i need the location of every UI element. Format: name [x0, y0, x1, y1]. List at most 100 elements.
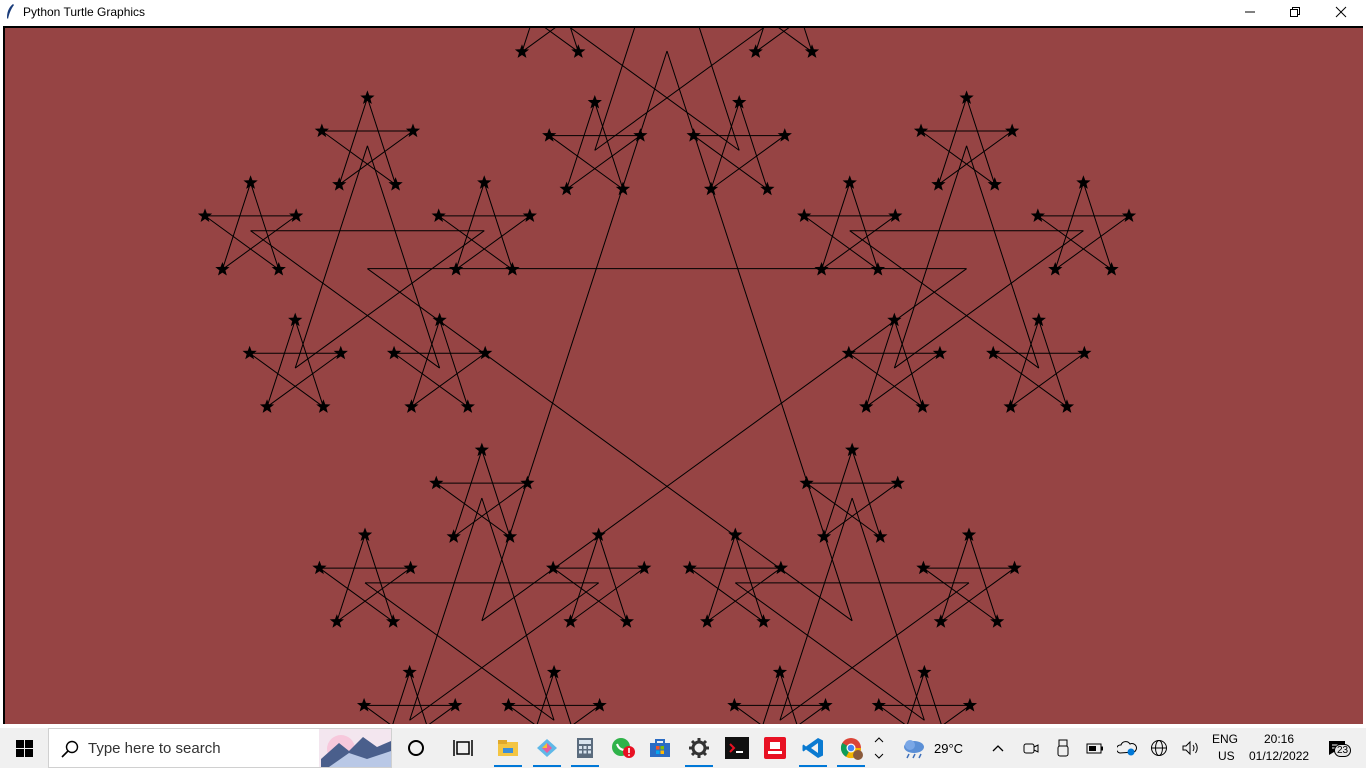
turtle-canvas[interactable]: [3, 26, 1363, 724]
turtle-path-segment: [409, 582, 599, 721]
task-view-button[interactable]: [444, 728, 482, 768]
turtle-star-stamp: [477, 175, 492, 189]
turtle-path-segment: [453, 449, 483, 537]
turtle-path-segment: [481, 497, 555, 721]
turtle-path-segment: [409, 672, 427, 724]
turtle-star-stamp: [259, 399, 275, 413]
clock[interactable]: 20:16 01/12/2022: [1244, 728, 1312, 768]
turtle-path-segment: [878, 705, 906, 724]
turtle-path-segment: [566, 102, 596, 190]
turtle-star-stamp: [386, 614, 401, 628]
pentagram-fractal-drawing: [197, 28, 1137, 724]
taskbar-whatsapp[interactable]: [604, 728, 642, 768]
minimize-button[interactable]: [1227, 0, 1273, 24]
windows-taskbar: Type here to search 29°C ENG US 20:16 01…: [0, 728, 1366, 768]
turtle-path-segment: [937, 97, 968, 185]
turtle-star-stamp: [1104, 261, 1119, 276]
turtle-path-segment: [734, 534, 764, 622]
turtle-star-stamp: [961, 527, 977, 542]
turtle-star-stamp: [559, 181, 574, 196]
search-box[interactable]: Type here to search: [48, 728, 392, 768]
windows-logo-icon: [15, 739, 33, 757]
taskbar-calculator[interactable]: [566, 728, 604, 768]
turtle-path-segment: [266, 319, 296, 407]
tray-network[interactable]: [1149, 738, 1169, 758]
turtle-star-stamp: [990, 614, 1005, 628]
taskbar-settings[interactable]: [680, 728, 718, 768]
turtle-star-stamp: [748, 44, 763, 58]
turtle-star-stamp: [474, 442, 489, 457]
turtle-path-segment: [779, 582, 970, 721]
usb-icon: [1057, 739, 1069, 757]
turtle-path-segment: [823, 449, 853, 537]
turtle-path-segment: [849, 182, 879, 270]
turtle-star-stamp: [329, 614, 344, 628]
vscode-icon: [802, 738, 823, 758]
turtle-path-segment: [438, 215, 513, 270]
taskbar-scroll-button[interactable]: [870, 728, 888, 768]
tray-usb[interactable]: [1053, 738, 1073, 758]
turtle-star-stamp: [859, 399, 874, 413]
running-indicator: [837, 765, 865, 767]
terminal-icon: [725, 737, 749, 759]
taskbar-file-explorer[interactable]: [489, 728, 527, 768]
taskbar-vscode[interactable]: [794, 728, 832, 768]
close-button[interactable]: [1318, 0, 1364, 24]
turtle-path-segment: [893, 145, 968, 369]
turtle-path-segment: [706, 534, 736, 622]
turtle-path-segment: [762, 672, 781, 724]
turtle-star-stamp: [404, 399, 419, 413]
turtle-path-segment: [893, 319, 924, 407]
turtle-path-segment: [966, 97, 996, 185]
restore-button[interactable]: [1272, 0, 1318, 24]
taskbar-anydesk[interactable]: [756, 728, 794, 768]
turtle-star-stamp: [804, 44, 820, 58]
window-title: Python Turtle Graphics: [23, 5, 146, 19]
turtle-path-segment: [851, 497, 925, 721]
weather-temperature[interactable]: 29°C: [934, 741, 963, 756]
turtle-path-segment: [851, 449, 881, 537]
cortana-button[interactable]: [397, 728, 435, 768]
running-indicator: [799, 765, 827, 767]
restore-icon: [1290, 7, 1300, 17]
turtle-path-segment: [536, 672, 555, 724]
weather-widget[interactable]: [900, 738, 928, 759]
turtle-path-segment: [544, 28, 579, 53]
tray-volume[interactable]: [1181, 738, 1201, 758]
turtle-path-segment: [521, 28, 556, 53]
tray-meet[interactable]: [1021, 738, 1041, 758]
turtle-path-segment: [923, 672, 942, 724]
tray-onedrive[interactable]: [1117, 738, 1137, 758]
turtle-path-segment: [221, 182, 252, 270]
taskbar-microsoft-store[interactable]: [641, 728, 679, 768]
start-button[interactable]: [0, 728, 48, 768]
turtle-path-segment: [938, 130, 1013, 185]
onedrive-icon: [1117, 741, 1137, 756]
turtle-star-stamp: [288, 312, 303, 327]
taskbar-terminal[interactable]: [718, 728, 756, 768]
turtle-star-stamp: [460, 399, 475, 413]
taskbar-chrome[interactable]: [832, 728, 870, 768]
battery-icon: [1086, 743, 1103, 754]
tray-battery[interactable]: [1085, 738, 1105, 758]
turtle-star-stamp: [271, 261, 286, 276]
turtle-path-segment: [364, 534, 394, 622]
turtle-path-segment: [392, 672, 411, 724]
turtle-star-stamp: [959, 90, 974, 104]
turtle-star-stamp: [215, 261, 230, 276]
turtle-path-segment: [865, 319, 895, 407]
running-indicator: [533, 765, 561, 767]
turtle-path-segment: [570, 534, 600, 622]
language-indicator[interactable]: ENG US: [1208, 728, 1242, 768]
turtle-star-stamp: [546, 664, 562, 679]
show-hidden-icons-button[interactable]: [988, 738, 1008, 758]
cloud-rain-icon: [904, 740, 924, 759]
taskbar-git[interactable]: [528, 728, 566, 768]
running-indicator: [494, 765, 522, 767]
turtle-star-stamp: [760, 181, 775, 196]
chrome-icon: [840, 738, 863, 760]
action-center-button[interactable]: 23: [1322, 736, 1352, 760]
turtle-path-segment: [411, 352, 486, 408]
turtle-star-stamp: [1076, 175, 1091, 189]
turtle-path-segment: [706, 567, 782, 623]
